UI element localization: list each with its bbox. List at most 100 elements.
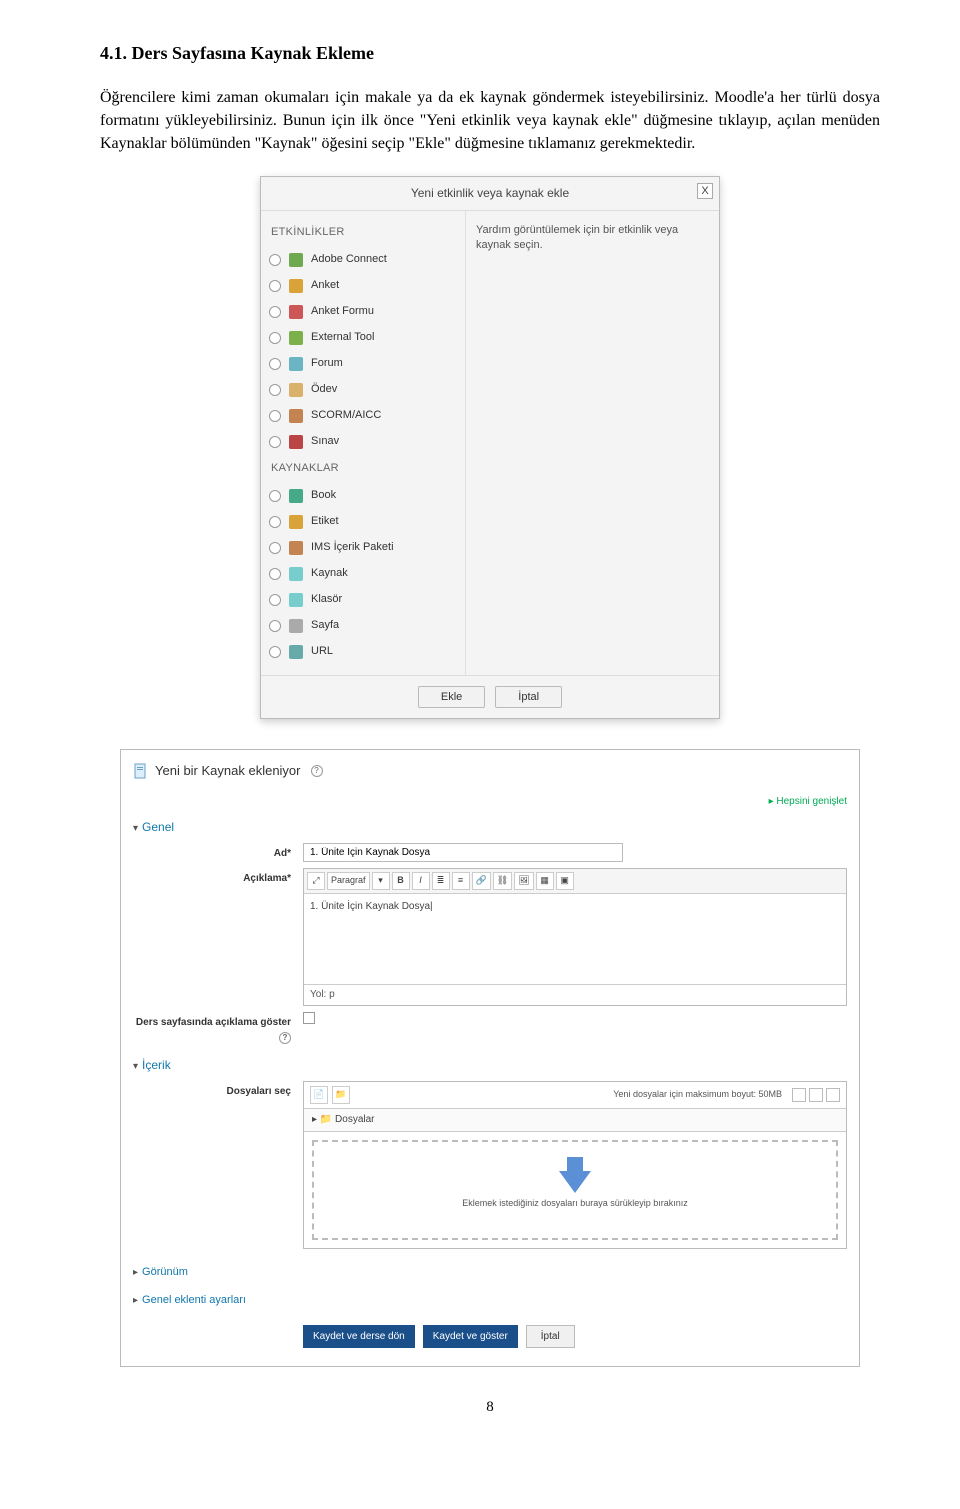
help-icon[interactable]: ? <box>311 765 323 777</box>
activity-option[interactable]: Ödev <box>267 377 459 403</box>
option-label: IMS İçerik Paketi <box>311 540 394 556</box>
option-label: Anket <box>311 278 339 294</box>
module-icon <box>287 251 305 269</box>
radio-icon[interactable] <box>269 436 281 448</box>
expand-all-link[interactable]: ▸ Hepsini genişlet <box>133 795 847 810</box>
help-icon[interactable]: ? <box>279 1032 291 1044</box>
option-label: URL <box>311 644 333 660</box>
radio-icon[interactable] <box>269 542 281 554</box>
ad-input[interactable] <box>303 843 623 862</box>
option-label: Book <box>311 488 336 504</box>
activity-option[interactable]: Adobe Connect <box>267 247 459 273</box>
module-icon <box>287 407 305 425</box>
show-description-checkbox[interactable] <box>303 1012 315 1024</box>
resource-option[interactable]: Klasör <box>267 587 459 613</box>
rte-embed-icon[interactable]: ▣ <box>556 872 574 890</box>
activity-option[interactable]: Anket Formu <box>267 299 459 325</box>
module-icon <box>287 381 305 399</box>
option-label: Sınav <box>311 434 339 450</box>
activities-list: Adobe Connect Anket Anket Formu External To… <box>267 247 459 455</box>
modal-help-text: Yardım görüntülemek için bir etkinlik ve… <box>476 224 678 251</box>
rte-ul-icon[interactable]: ≣ <box>432 872 450 890</box>
save-return-button[interactable]: Kaydet ve derse dön <box>303 1325 415 1348</box>
label-show-desc: Ders sayfasında açıklama göster ? <box>133 1012 303 1045</box>
section-genel-eklenti[interactable]: ▸Genel eklenti ayarları <box>133 1283 847 1311</box>
resource-option[interactable]: Etiket <box>267 509 459 535</box>
radio-icon[interactable] <box>269 620 281 632</box>
label-aciklama: Açıklama* <box>133 868 303 887</box>
rte-bold[interactable]: B <box>392 872 410 890</box>
rich-text-editor[interactable]: ⤢ Paragraf ▾ B I ≣ ≡ 🔗 ⛓ 🖼 ▦ ▣ 1. Ünite … <box>303 868 847 1007</box>
module-icon <box>287 277 305 295</box>
rte-expand-icon[interactable]: ⤢ <box>307 872 325 890</box>
cancel-button[interactable]: İptal <box>526 1325 575 1348</box>
add-button[interactable]: Ekle <box>418 686 485 708</box>
page-number: 8 <box>100 1397 880 1419</box>
add-folder-icon[interactable]: 📁 <box>332 1086 350 1104</box>
activity-option[interactable]: Sınav <box>267 429 459 455</box>
module-icon <box>287 591 305 609</box>
view-tree-icon[interactable] <box>826 1088 840 1102</box>
resource-option[interactable]: Book <box>267 483 459 509</box>
rte-toolbar: ⤢ Paragraf ▾ B I ≣ ≡ 🔗 ⛓ 🖼 ▦ ▣ <box>304 869 846 894</box>
rte-body[interactable]: 1. Ünite İçin Kaynak Dosya| <box>304 894 846 984</box>
row-aciklama: Açıklama* ⤢ Paragraf ▾ B I ≣ ≡ 🔗 ⛓ 🖼 ▦ ▣ <box>133 868 847 1007</box>
activity-option[interactable]: SCORM/AICC <box>267 403 459 429</box>
activity-option[interactable]: Forum <box>267 351 459 377</box>
radio-icon[interactable] <box>269 490 281 502</box>
radio-icon[interactable] <box>269 254 281 266</box>
rte-dropdown-icon[interactable]: ▾ <box>372 872 390 890</box>
view-list-icon[interactable] <box>809 1088 823 1102</box>
radio-icon[interactable] <box>269 332 281 344</box>
radio-icon[interactable] <box>269 384 281 396</box>
row-ad: Ad* <box>133 843 847 862</box>
radio-icon[interactable] <box>269 646 281 658</box>
rte-unlink-icon[interactable]: ⛓ <box>493 872 512 890</box>
rte-paragraph[interactable]: Paragraf <box>327 872 370 890</box>
activity-option[interactable]: External Tool <box>267 325 459 351</box>
radio-icon[interactable] <box>269 306 281 318</box>
file-path[interactable]: ▸ 📁 Dosyalar <box>304 1109 846 1133</box>
resource-icon <box>133 763 149 779</box>
module-icon <box>287 433 305 451</box>
rte-ol-icon[interactable]: ≡ <box>452 872 470 890</box>
activity-option[interactable]: Anket <box>267 273 459 299</box>
section-gorunum[interactable]: ▸Görünüm <box>133 1255 847 1283</box>
view-switcher[interactable] <box>792 1088 840 1102</box>
rte-link-icon[interactable]: 🔗 <box>472 872 491 890</box>
radio-icon[interactable] <box>269 358 281 370</box>
modal-title-text: Yeni etkinlik veya kaynak ekle <box>411 185 569 202</box>
cancel-button[interactable]: İptal <box>495 686 562 708</box>
option-label: Forum <box>311 356 343 372</box>
view-icons-icon[interactable] <box>792 1088 806 1102</box>
radio-icon[interactable] <box>269 516 281 528</box>
module-icon <box>287 617 305 635</box>
radio-icon[interactable] <box>269 594 281 606</box>
resource-option[interactable]: Sayfa <box>267 613 459 639</box>
module-icon <box>287 487 305 505</box>
section-heading: 4.1. Ders Sayfasına Kaynak Ekleme <box>100 40 880 66</box>
label-ad: Ad* <box>133 843 303 862</box>
file-picker[interactable]: 📄 📁 Yeni dosyalar için maksimum boyut: 5… <box>303 1081 847 1250</box>
download-arrow-icon <box>559 1171 591 1193</box>
resource-option[interactable]: Kaynak <box>267 561 459 587</box>
radio-icon[interactable] <box>269 410 281 422</box>
option-label: Adobe Connect <box>311 252 387 268</box>
file-maxsize: Yeni dosyalar için maksimum boyut: 50MB <box>613 1088 782 1101</box>
close-icon[interactable]: X <box>697 183 713 199</box>
file-drop-zone[interactable]: Eklemek istediğiniz dosyaları buraya sür… <box>312 1140 838 1240</box>
save-show-button[interactable]: Kaydet ve göster <box>423 1325 518 1348</box>
radio-icon[interactable] <box>269 280 281 292</box>
resource-option[interactable]: IMS İçerik Paketi <box>267 535 459 561</box>
add-file-icon[interactable]: 📄 <box>310 1086 328 1104</box>
section-genel[interactable]: ▾Genel <box>133 813 847 843</box>
option-label: Anket Formu <box>311 304 374 320</box>
radio-icon[interactable] <box>269 568 281 580</box>
resource-option[interactable]: URL <box>267 639 459 665</box>
rte-media-icon[interactable]: ▦ <box>536 872 554 890</box>
option-label: SCORM/AICC <box>311 408 381 424</box>
section-icerik[interactable]: ▾İçerik <box>133 1051 847 1081</box>
activity-chooser-modal: Yeni etkinlik veya kaynak ekle X ETKİNLİ… <box>260 176 720 719</box>
rte-italic[interactable]: I <box>412 872 430 890</box>
rte-image-icon[interactable]: 🖼 <box>514 872 533 890</box>
